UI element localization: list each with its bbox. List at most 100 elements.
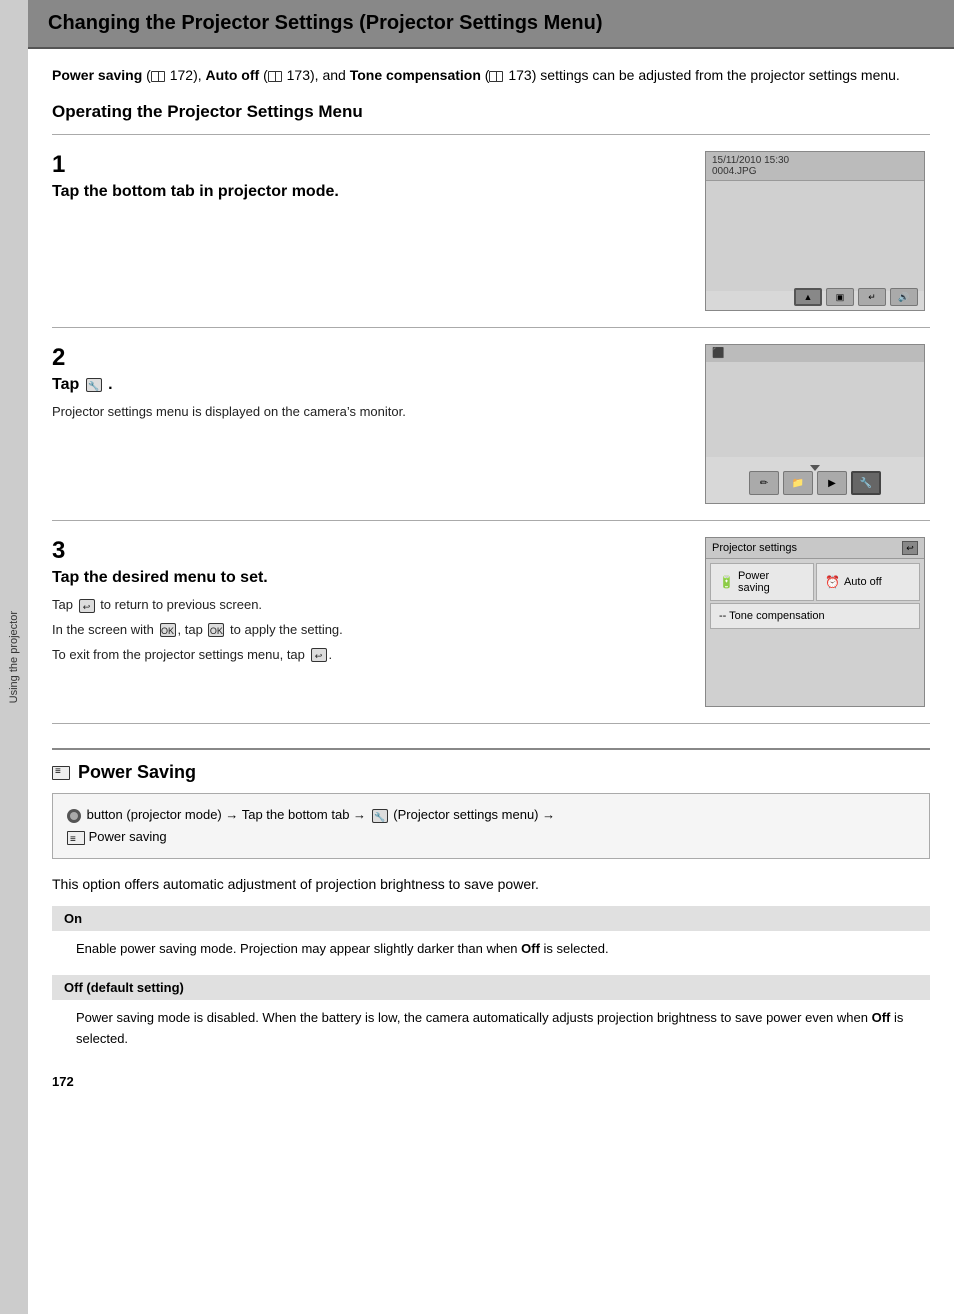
power-saving-cell-icon: 🔋 — [719, 575, 734, 589]
step-2-desc: Projector settings menu is displayed on … — [52, 402, 676, 423]
option-off-desc: Power saving mode is disabled. When the … — [52, 1000, 930, 1058]
power-saving-cell: 🔋 Powersaving — [710, 563, 814, 601]
pencil-icon-btn: ✏ — [749, 471, 779, 495]
step-3-left: 3 Tap the desired menu to set. Tap ↩ to … — [52, 537, 684, 707]
settings-icon-btn: 🔧 — [851, 471, 881, 495]
step-3-desc2: In the screen with OK, tap OK to apply t… — [52, 620, 676, 641]
step-2-screen: ⬛ ✏ 📁 ▶ 🔧 — [700, 344, 930, 504]
back-icon-1: ↩ — [79, 599, 95, 613]
wrench-icon-inline: 🔧 — [86, 378, 102, 392]
breadcrumb-text2: (Projector settings menu) → — [393, 807, 555, 822]
power-saving-description: This option offers automatic adjustment … — [52, 873, 930, 895]
step-3-number: 3 — [52, 537, 676, 565]
book-icon-3 — [489, 71, 503, 82]
step-1-title: Tap the bottom tab in projector mode. — [52, 183, 676, 201]
option-on-desc: Enable power saving mode. Projection may… — [52, 931, 930, 968]
auto-off-cell-label: Auto off — [844, 576, 882, 588]
proj-mode-breadcrumb-icon — [67, 807, 87, 822]
book-icon-1 — [151, 71, 165, 82]
screen1-datetime: 15/11/2010 15:30 — [712, 155, 918, 166]
tone-comp-cell: -- Tone compensation — [710, 603, 920, 629]
proj-screen-title: Projector settings — [712, 542, 797, 554]
tone-comp-ref: Tone compensation — [350, 67, 481, 83]
step-2-number: 2 — [52, 344, 676, 372]
icon-btn-3: 🔊 — [890, 288, 918, 306]
icon-btn-1: ▣ — [826, 288, 854, 306]
step-2: 2 Tap 🔧 . Projector settings menu is dis… — [52, 328, 930, 521]
page-title: Changing the Projector Settings (Project… — [48, 12, 934, 35]
main-content: Changing the Projector Settings (Project… — [28, 0, 954, 1314]
screen2-body — [706, 362, 924, 457]
power-saving-heading: Power Saving — [52, 748, 930, 793]
screen1-top: 15/11/2010 15:30 0004.JPG — [706, 152, 924, 181]
content-area: Power saving ( 172), Auto off ( 173), an… — [28, 49, 954, 740]
folder-icon-btn: 📁 — [783, 471, 813, 495]
play-icon-btn: ▶ — [817, 471, 847, 495]
step-3-title: Tap the desired menu to set. — [52, 569, 676, 587]
proj-settings-grid: 🔋 Powersaving ⏰ Auto off -- Tone compens… — [706, 559, 924, 633]
camera-screen-1: 15/11/2010 15:30 0004.JPG ▲ ▣ ↵ 🔊 — [705, 151, 925, 311]
breadcrumb-text1: button (projector mode) → Tap the bottom… — [87, 807, 370, 822]
step-1-number: 1 — [52, 151, 676, 179]
tone-comp-cell-label: -- Tone compensation — [719, 610, 825, 622]
side-tab-label: Using the projector — [8, 611, 20, 703]
power-saving-section-icon — [52, 766, 70, 780]
power-saving-section-title: Power Saving — [78, 762, 196, 783]
tap-text: Tap — [52, 376, 84, 393]
step-3-desc3: To exit from the projector settings menu… — [52, 645, 676, 666]
camera-screen-2: ⬛ ✏ 📁 ▶ 🔧 — [705, 344, 925, 504]
option-on-desc-text2: is selected. — [540, 941, 609, 956]
step-2-left: 2 Tap 🔧 . Projector settings menu is dis… — [52, 344, 684, 504]
step-1: 1 Tap the bottom tab in projector mode. … — [52, 135, 930, 328]
camera-mode-icon — [67, 809, 81, 823]
power-saving-cell-label: Powersaving — [738, 570, 770, 594]
page-num-text: 172 — [52, 1074, 74, 1089]
period: . — [108, 376, 112, 393]
step-2-title: Tap 🔧 . — [52, 376, 676, 394]
screen2-icons: ✏ 📁 ▶ 🔧 — [706, 467, 924, 499]
ref2: 173 — [287, 67, 310, 83]
off-bold-2: Off — [872, 1010, 891, 1025]
step-3-desc1: Tap ↩ to return to previous screen. — [52, 595, 676, 616]
screen2-top: ⬛ — [706, 345, 924, 362]
power-saving-ref: Power saving — [52, 67, 142, 83]
operating-heading: Operating the Projector Settings Menu — [52, 102, 930, 122]
wrench-breadcrumb-icon: 🔧 — [372, 809, 388, 823]
option-off-label: Off (default setting) — [64, 980, 184, 995]
ok-icon-1: OK — [160, 623, 176, 637]
step-1-left: 1 Tap the bottom tab in projector mode. — [52, 151, 684, 311]
intro-paragraph: Power saving ( 172), Auto off ( 173), an… — [52, 65, 930, 86]
side-tab: Using the projector — [0, 0, 28, 1314]
projector-settings-screen: Projector settings ↩ 🔋 Powersaving ⏰ — [705, 537, 925, 707]
proj-screen-back-btn: ↩ — [902, 541, 918, 555]
option-off-row: Off (default setting) — [52, 975, 930, 1000]
off-bold-1: Off — [521, 941, 540, 956]
option-on-label: On — [64, 911, 82, 926]
screen1-bottom: ▲ ▣ ↵ 🔊 — [788, 284, 924, 310]
intro-rest: settings can be adjusted from the projec… — [540, 67, 900, 83]
proj-screen-header: Projector settings ↩ — [706, 538, 924, 559]
breadcrumb-box: button (projector mode) → Tap the bottom… — [52, 793, 930, 859]
screen1-body — [706, 181, 924, 291]
step-1-screen: 15/11/2010 15:30 0004.JPG ▲ ▣ ↵ 🔊 — [700, 151, 930, 311]
auto-off-ref: Auto off — [206, 67, 260, 83]
icon-btn-2: ↵ — [858, 288, 886, 306]
ok-icon-2: OK — [208, 623, 224, 637]
page-header: Changing the Projector Settings (Project… — [28, 0, 954, 49]
step-3: 3 Tap the desired menu to set. Tap ↩ to … — [52, 521, 930, 724]
option-off-desc-text: Power saving mode is disabled. When the … — [76, 1010, 872, 1025]
exit-icon: ↩ — [311, 648, 327, 662]
auto-off-cell: ⏰ Auto off — [816, 563, 920, 601]
steps-container: 1 Tap the bottom tab in projector mode. … — [52, 134, 930, 724]
option-on-desc-text: Enable power saving mode. Projection may… — [76, 941, 521, 956]
option-on-row: On — [52, 906, 930, 931]
ref1: 172 — [170, 67, 193, 83]
tab-button: ▲ — [794, 288, 822, 306]
book-icon-2 — [268, 71, 282, 82]
breadcrumb-text3: Power saving — [89, 829, 167, 844]
proj-mode-icon: ⬛ — [712, 348, 724, 359]
page-number: 172 — [28, 1066, 954, 1097]
ref3: 173 — [508, 67, 531, 83]
ps-breadcrumb-icon — [67, 831, 85, 845]
screen1-filename: 0004.JPG — [712, 166, 918, 177]
